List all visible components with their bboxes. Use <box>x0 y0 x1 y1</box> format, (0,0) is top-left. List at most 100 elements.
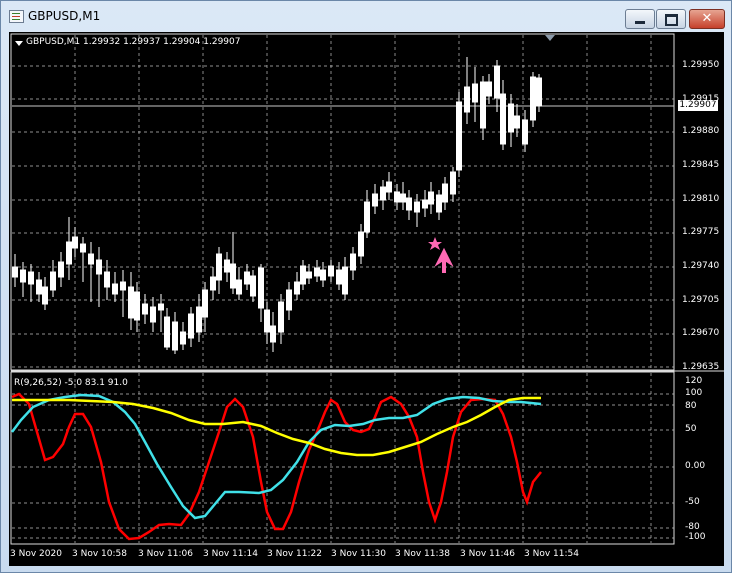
bear-candle <box>306 271 312 279</box>
price-axis-label: 1.29740 <box>682 261 720 271</box>
chart-menu-arrow-icon[interactable] <box>15 41 23 46</box>
bear-candle <box>436 194 442 213</box>
bear-candle <box>530 76 536 121</box>
indicator-pane-frame <box>10 371 675 545</box>
maximize-icon <box>665 14 678 26</box>
minimize-icon <box>635 21 645 24</box>
bear-candle <box>442 183 448 203</box>
bear-candle <box>142 303 148 315</box>
indicator-red-line <box>11 392 542 541</box>
bear-candle <box>300 265 306 285</box>
chart-canvas[interactable] <box>9 32 724 566</box>
price-axis-label: 1.29705 <box>682 295 720 305</box>
indicator-axis-label: 0.00 <box>685 461 706 471</box>
title-bar[interactable]: GBPUSD,M1 ✕ <box>1 1 731 31</box>
bear-candle <box>150 306 156 323</box>
price-axis-label: 1.29670 <box>682 328 720 338</box>
bear-candle <box>406 197 412 211</box>
bear-candle <box>508 103 514 133</box>
indicator-axis-label: -80 <box>685 522 700 532</box>
bear-candle <box>188 313 194 339</box>
bear-candle <box>428 191 434 205</box>
terminal-window: GBPUSD,M1 ✕ GBPUSD,M1 1.29932 1.29937 1.… <box>0 0 732 573</box>
bear-candle <box>20 269 26 283</box>
window-title: GBPUSD,M1 <box>28 9 101 23</box>
bear-candle <box>494 65 500 99</box>
maximize-button[interactable] <box>656 9 686 29</box>
bear-candle <box>336 269 342 285</box>
indicator-axis-label: -50 <box>685 497 700 507</box>
bear-candle <box>58 261 64 278</box>
bear-candle <box>372 193 378 207</box>
price-axis-label: 1.29880 <box>682 126 720 136</box>
bear-candle <box>128 286 134 319</box>
bear-candle <box>216 253 222 281</box>
indicator-axis-label: 100 <box>685 388 703 398</box>
bear-candle <box>394 191 400 203</box>
price-axis-label: 1.29810 <box>682 194 720 204</box>
indicator-axis-label: -100 <box>685 532 706 542</box>
bear-candle <box>450 171 456 195</box>
bear-candle <box>224 259 230 273</box>
bear-candle <box>286 289 292 311</box>
bear-candle <box>88 253 94 265</box>
bear-candle <box>250 275 256 297</box>
time-axis-label: 3 Nov 11:54 <box>524 549 579 559</box>
bear-candle <box>12 266 18 278</box>
bear-candle <box>236 279 242 295</box>
indicator-axis-label: 120 <box>685 376 703 386</box>
bear-candle <box>328 265 334 277</box>
chart-window-icon <box>9 10 24 23</box>
time-axis-label: 3 Nov 10:58 <box>72 549 127 559</box>
bear-candle <box>522 119 528 145</box>
close-icon: ✕ <box>701 11 713 26</box>
symbol-info: GBPUSD,M1 1.29932 1.29937 1.29904 1.2990… <box>26 37 241 47</box>
bear-candle <box>112 283 118 295</box>
bear-candle <box>456 101 462 171</box>
bear-candle <box>50 271 56 291</box>
time-axis-label: 3 Nov 11:30 <box>331 549 386 559</box>
bear-candle <box>134 291 140 321</box>
bear-candle <box>258 267 264 309</box>
price-axis-label: 1.29915 <box>682 94 720 104</box>
bear-candle <box>480 81 486 129</box>
signal-star-icon <box>428 237 442 250</box>
bear-candle <box>210 276 216 291</box>
bear-candle <box>270 325 276 343</box>
price-axis-label: 1.29845 <box>682 160 720 170</box>
bear-candle <box>350 253 356 271</box>
bear-candle <box>386 181 392 193</box>
bear-candle <box>380 186 386 201</box>
bear-candle <box>42 286 48 305</box>
bear-candle <box>230 263 236 289</box>
minimize-button[interactable] <box>625 9 655 29</box>
indicator-axis-label: 80 <box>685 401 697 411</box>
bear-candle <box>358 231 364 257</box>
bear-candle <box>364 201 370 233</box>
bear-candle <box>294 281 300 295</box>
close-button[interactable]: ✕ <box>689 9 725 29</box>
bear-candle <box>464 86 470 113</box>
bear-candle <box>158 303 164 311</box>
bear-candle <box>104 271 110 288</box>
chart-shift-marker-icon[interactable] <box>545 35 555 41</box>
bear-candle <box>486 81 492 97</box>
bear-candle <box>164 316 170 348</box>
bear-candle <box>80 243 86 253</box>
buy-arrow-icon <box>434 247 454 273</box>
bear-candle <box>472 83 478 103</box>
bear-candle <box>196 306 202 333</box>
price-chart[interactable]: GBPUSD,M1 1.29932 1.29937 1.29904 1.2990… <box>9 32 724 566</box>
bear-candle <box>422 199 428 209</box>
bear-candle <box>314 267 320 277</box>
bear-candle <box>28 271 34 285</box>
time-axis-label: 3 Nov 2020 <box>10 549 62 559</box>
main-pane-frame <box>10 33 675 371</box>
price-axis-label: 1.29950 <box>682 60 720 70</box>
bear-candle <box>202 289 208 318</box>
time-axis-label: 3 Nov 11:46 <box>460 549 515 559</box>
time-axis-label: 3 Nov 11:06 <box>138 549 193 559</box>
bear-candle <box>414 201 420 213</box>
bear-candle <box>96 259 102 275</box>
bear-candle <box>172 321 178 351</box>
